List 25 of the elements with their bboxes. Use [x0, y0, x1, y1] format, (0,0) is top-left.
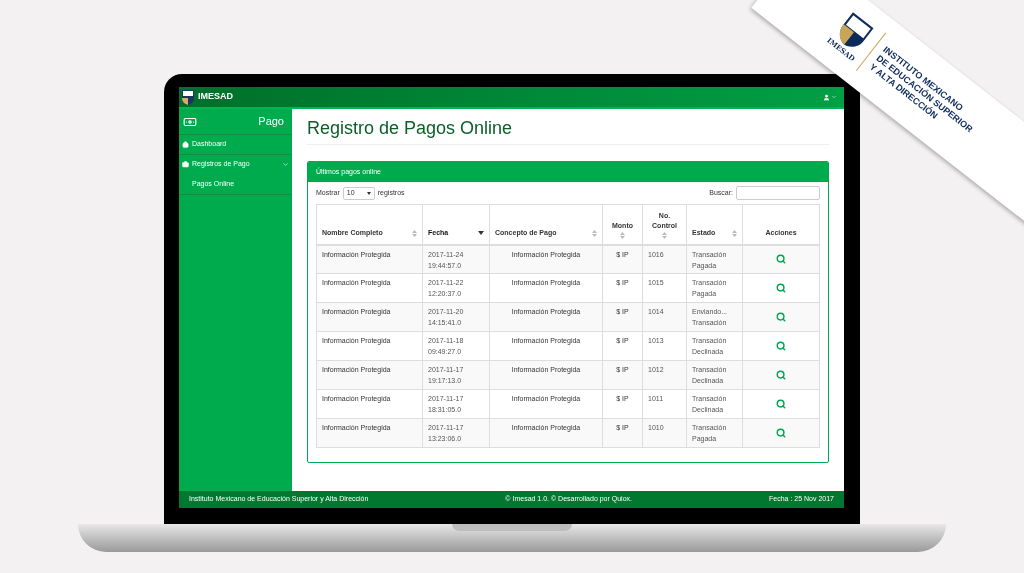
sort-icon[interactable] — [662, 231, 667, 239]
user-menu-button[interactable] — [823, 93, 837, 101]
search-field[interactable] — [736, 186, 820, 200]
brand-name: IMESAD — [198, 90, 233, 104]
caret-icon — [366, 191, 371, 195]
sort-icon[interactable] — [412, 229, 417, 237]
caret-icon — [282, 161, 289, 168]
caret-icon — [831, 94, 837, 100]
search-button[interactable] — [776, 312, 786, 322]
search-button[interactable] — [776, 399, 786, 409]
sidebar-header: Pago — [258, 114, 284, 130]
search-button[interactable] — [776, 254, 786, 265]
search-button[interactable] — [776, 283, 786, 293]
shield-logo-icon — [182, 89, 194, 105]
search-button[interactable] — [776, 370, 786, 380]
page-title: Registro de Pagos Online — [307, 116, 829, 145]
sort-icon[interactable] — [592, 229, 597, 237]
search-button[interactable] — [776, 341, 786, 351]
sort-descending-icon[interactable] — [478, 231, 484, 236]
sort-icon[interactable] — [732, 229, 737, 237]
user-icon — [823, 93, 830, 101]
briefcase-icon — [182, 161, 189, 168]
home-icon — [182, 141, 189, 148]
search-button[interactable] — [776, 428, 786, 438]
sort-icon[interactable] — [620, 231, 625, 239]
